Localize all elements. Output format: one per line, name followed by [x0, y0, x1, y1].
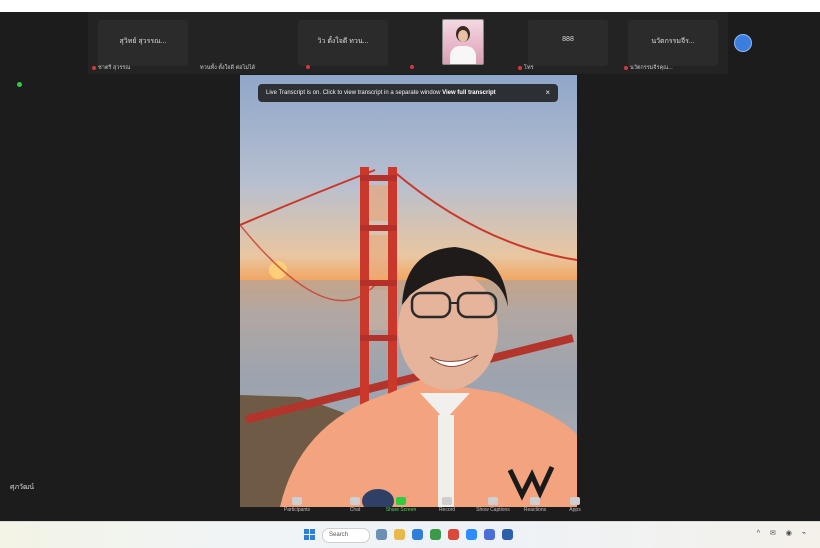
- reactions-label: Reactions: [523, 507, 547, 513]
- user-avatar-icon[interactable]: [734, 34, 752, 52]
- reactions-button[interactable]: Reactions: [518, 495, 552, 513]
- system-tray[interactable]: ^ ✉ ◉ ⌁: [757, 529, 810, 537]
- participant-label-5: โทร: [518, 64, 534, 72]
- participant-label-2: ทวนทั้ง ตั้งใจดี ต่อไม่ได้: [200, 64, 255, 72]
- store-icon[interactable]: [430, 529, 441, 540]
- mic-off-icon: [518, 65, 522, 70]
- live-transcript-banner[interactable]: Live Transcript is on. Click to view tra…: [258, 84, 558, 102]
- task-view-icon[interactable]: [376, 529, 387, 540]
- view-transcript-link[interactable]: View full transcript: [442, 90, 496, 96]
- self-view-name: ศุภวัฒน์: [10, 484, 35, 491]
- participant-name: สุวิทย์ สุวรรณ...: [119, 38, 167, 45]
- captions-icon: [488, 497, 498, 505]
- mic-off-icon: [410, 64, 414, 69]
- share-screen-button[interactable]: Share Screen: [384, 495, 418, 513]
- participant-label-3: [306, 64, 312, 70]
- participant-label-text: โทร: [524, 65, 534, 71]
- participant-tile-1[interactable]: สุวิทย์ สุวรรณ...: [98, 20, 188, 66]
- reactions-icon: [530, 497, 540, 505]
- windows-start-icon[interactable]: [304, 529, 316, 541]
- participant-tile-5[interactable]: นวัตกรรมจีร...: [628, 20, 718, 66]
- apps-icon: [570, 497, 580, 505]
- zoom-meeting-window: สุวิทย์ สุวรรณ... วิว ตั้งใจดี ทวน... 88…: [0, 12, 820, 521]
- participant-name: นวัตกรรมจีร...: [651, 38, 695, 45]
- participant-label-4: [410, 64, 416, 70]
- taskbar-search-input[interactable]: Search: [322, 528, 370, 543]
- participants-label: Participants: [283, 507, 311, 513]
- zoom-app-icon[interactable]: [466, 529, 477, 540]
- chrome-icon[interactable]: [448, 529, 459, 540]
- record-button[interactable]: Record: [430, 495, 464, 513]
- participant-label-text: ทวนทั้ง ตั้งใจดี ต่อไม่ได้: [200, 65, 256, 71]
- participants-button[interactable]: Participants: [280, 495, 314, 513]
- speaker-person: [280, 247, 577, 507]
- word-icon[interactable]: [502, 529, 513, 540]
- share-screen-label: Share Screen: [385, 507, 417, 513]
- chat-button[interactable]: Chat: [338, 495, 372, 513]
- participant-label-text: นวัตกรรมจีรคุณ...: [630, 65, 673, 71]
- banner-text: Live Transcript is on. Click to view tra…: [266, 90, 441, 96]
- mic-off-icon: [92, 65, 96, 70]
- participant-name: 888: [562, 36, 574, 43]
- participant-tile-2[interactable]: วิว ตั้งใจดี ทวน...: [298, 20, 388, 66]
- chat-icon: [350, 497, 360, 505]
- record-label: Record: [438, 507, 456, 513]
- participant-name: วิว ตั้งใจดี ทวน...: [317, 38, 369, 45]
- mic-off-icon: [624, 65, 628, 70]
- connection-status-icon: [17, 82, 22, 87]
- participant-tile-4[interactable]: 888: [528, 20, 608, 66]
- apps-button[interactable]: Apps: [558, 495, 592, 513]
- people-icon: [292, 497, 302, 505]
- close-icon[interactable]: ×: [545, 84, 550, 102]
- outlook-icon[interactable]: [484, 529, 495, 540]
- avatar-face: [458, 30, 468, 42]
- meeting-toolbar: Participants Chat Share Screen Record Sh…: [270, 495, 600, 521]
- participant-avatar-video[interactable]: [442, 19, 484, 65]
- mic-off-icon: [306, 64, 310, 69]
- captions-label: Show Captions: [476, 507, 510, 513]
- apps-label: Apps: [569, 507, 581, 513]
- file-explorer-icon[interactable]: [394, 529, 405, 540]
- chat-label: Chat: [349, 507, 361, 513]
- participant-label-text: ชาตรี สุวรรณ: [98, 65, 131, 71]
- windows-taskbar: Search ^ ✉ ◉ ⌁: [0, 521, 820, 548]
- captions-button[interactable]: Show Captions: [476, 495, 510, 513]
- participant-label-1: ชาตรี สุวรรณ: [92, 64, 130, 72]
- active-speaker-video[interactable]: Live Transcript is on. Click to view tra…: [240, 75, 577, 507]
- share-screen-icon: [396, 497, 406, 505]
- record-icon: [442, 497, 452, 505]
- participant-label-6: นวัตกรรมจีรคุณ...: [624, 64, 673, 72]
- avatar-body: [450, 46, 476, 64]
- edge-browser-icon[interactable]: [412, 529, 423, 540]
